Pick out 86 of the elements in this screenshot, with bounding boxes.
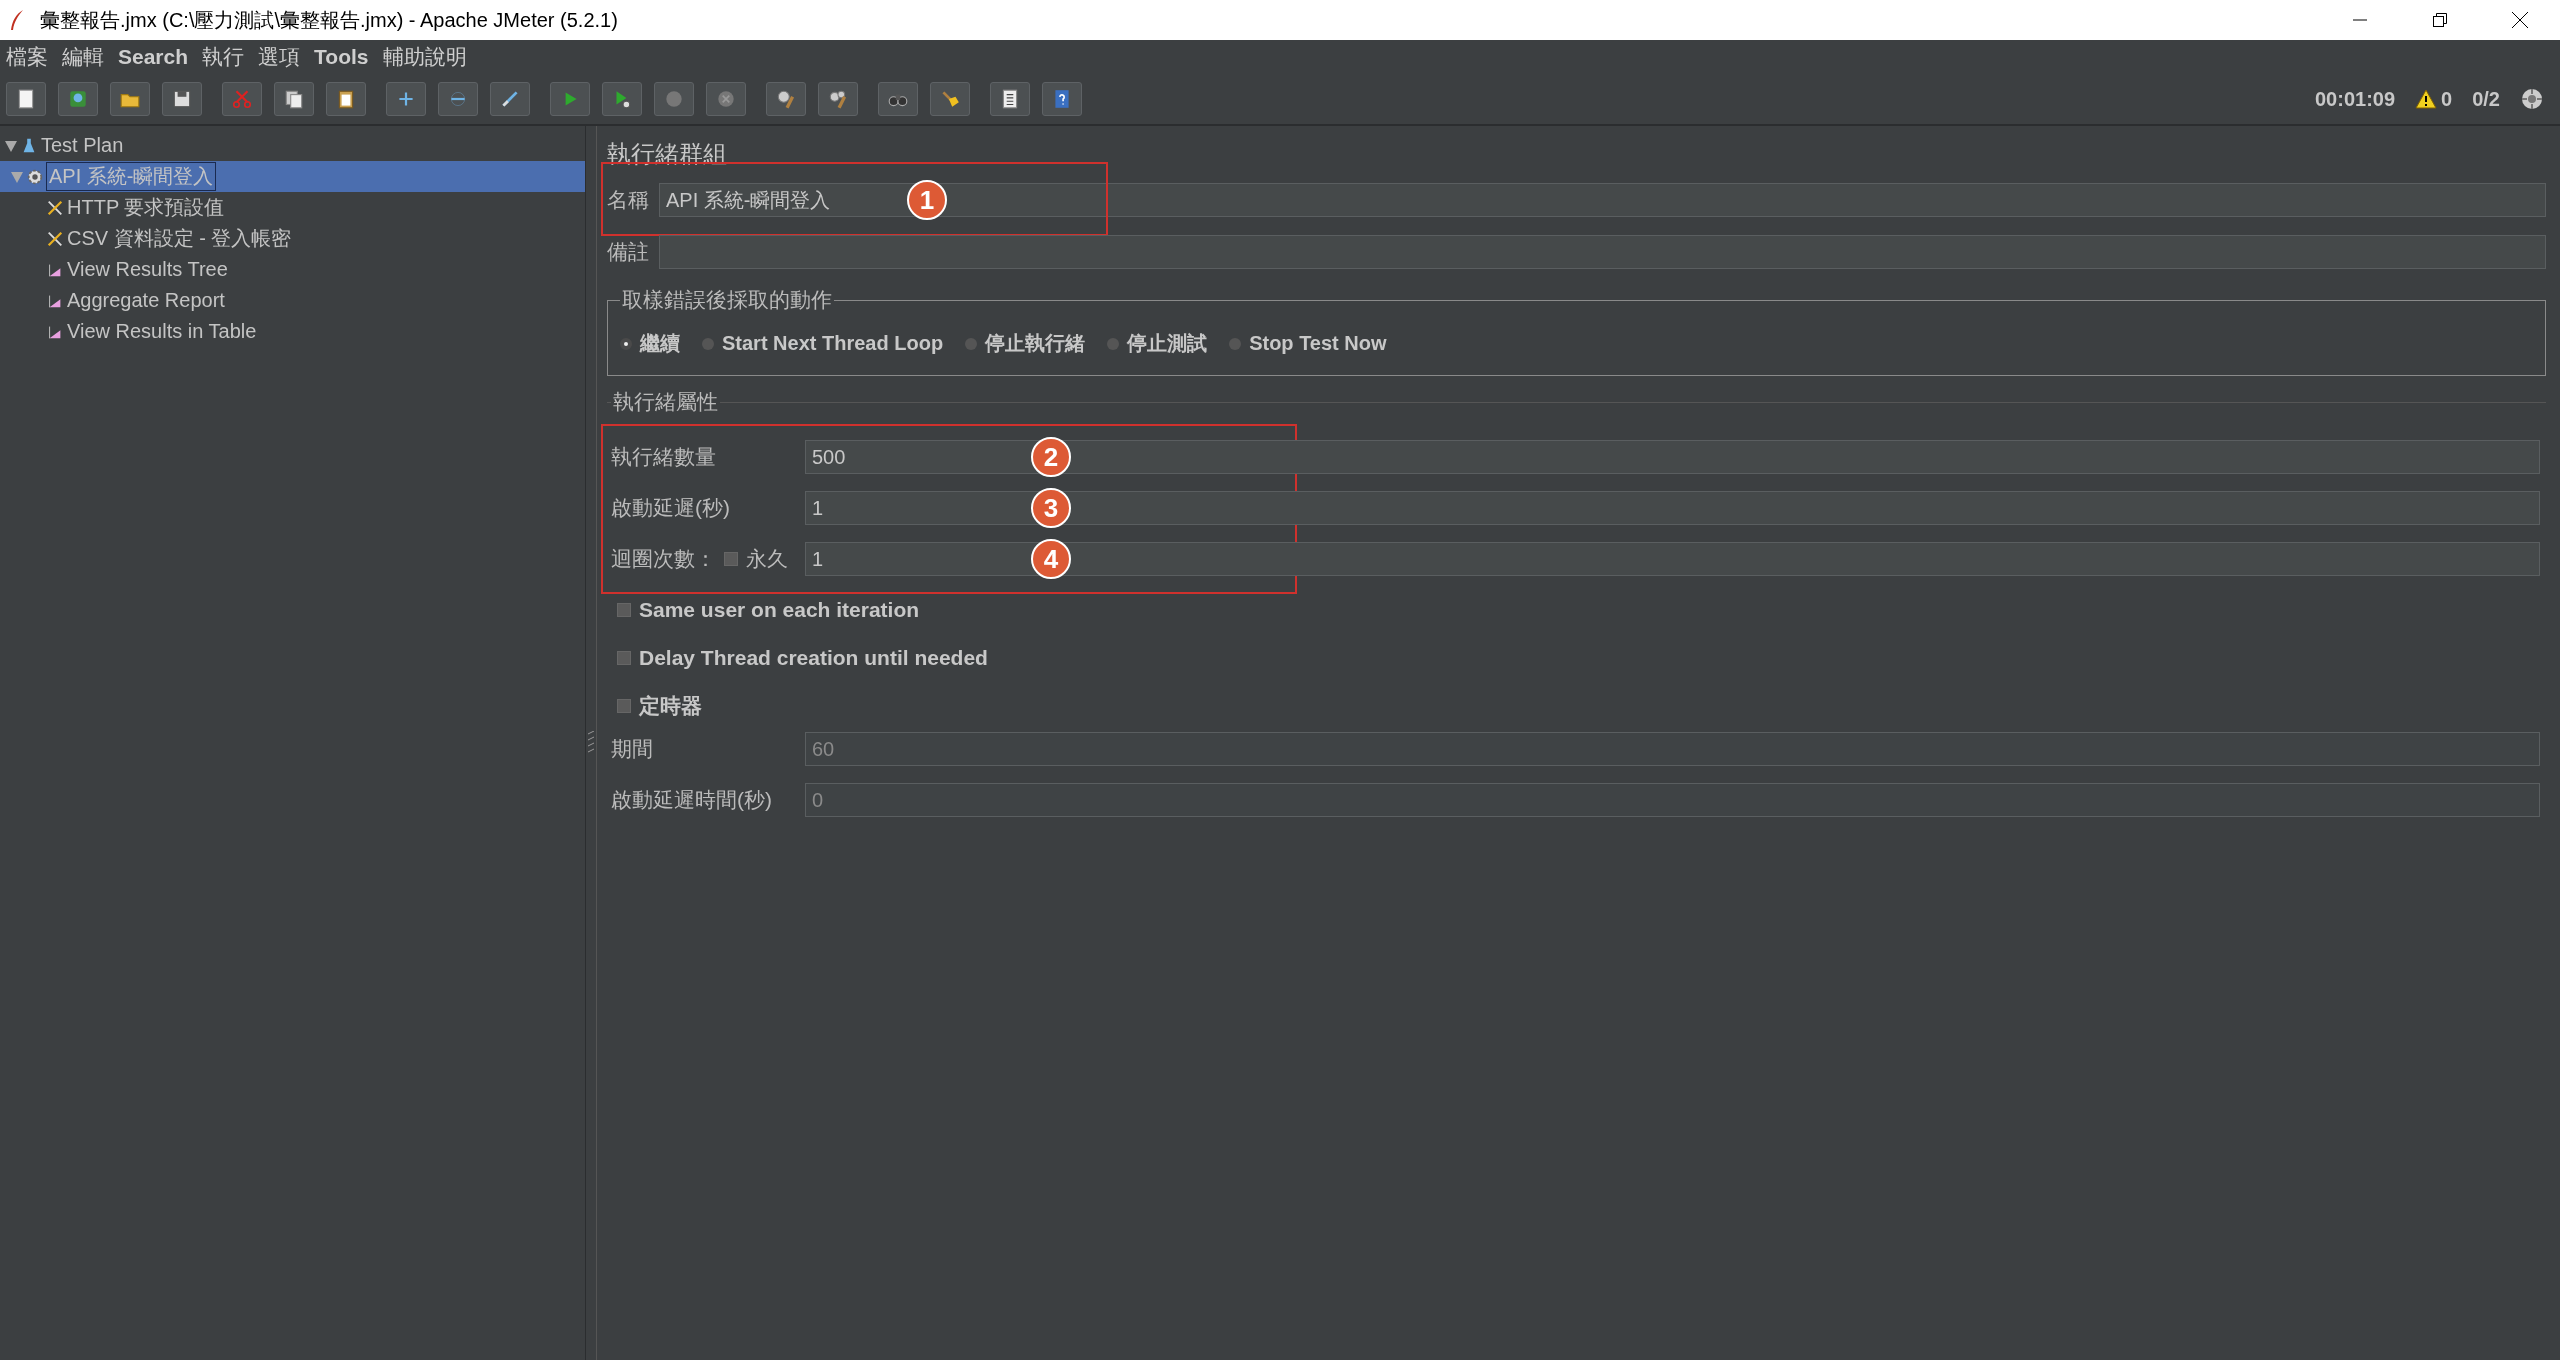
shutdown-icon [715, 88, 737, 110]
wand-button[interactable] [490, 82, 530, 116]
menu-item[interactable]: Search [118, 45, 189, 69]
radio-dot[interactable] [620, 337, 632, 350]
thread-count: 0/2 [2472, 87, 2500, 111]
comments-field[interactable] [659, 235, 2546, 269]
checkbox-label[interactable]: 定時器 [639, 692, 702, 720]
menu-item[interactable]: 執行 [202, 43, 245, 71]
warning-icon[interactable] [2415, 89, 2438, 109]
open-folder-button[interactable] [110, 82, 150, 116]
menu-item[interactable]: 選項 [258, 43, 301, 71]
field-label: 執行緒數量 [611, 444, 717, 470]
minus-button[interactable] [438, 82, 478, 116]
copy-button[interactable] [274, 82, 314, 116]
template-button[interactable] [58, 82, 98, 116]
scissors-button[interactable] [222, 82, 262, 116]
radio-option[interactable]: Start Next Thread Loop [702, 332, 944, 355]
checkbox-label[interactable]: 永久 [746, 545, 788, 573]
tree-item[interactable]: View Results in Table [0, 316, 585, 347]
radio-option[interactable]: 繼續 [620, 330, 680, 357]
number-marker: 3 [1031, 488, 1071, 528]
elapsed-time: 00:01:09 [2315, 87, 2396, 111]
plus-button[interactable] [386, 82, 426, 116]
list-button[interactable] [990, 82, 1030, 116]
menu-item[interactable]: 檔案 [6, 43, 48, 71]
stop-button[interactable] [654, 82, 694, 116]
checkbox-label[interactable]: Delay Thread creation until needed [639, 646, 988, 670]
splitter-grip-icon[interactable] [588, 731, 594, 755]
field-label: 名稱 [607, 187, 649, 213]
feather-icon [8, 9, 26, 31]
checkbox[interactable] [724, 552, 738, 566]
template-icon [67, 88, 89, 110]
tools-icon [46, 198, 64, 217]
help-button[interactable] [1042, 82, 1082, 116]
binoculars-button[interactable] [878, 82, 918, 116]
window-title: 彙整報告.jmx (C:\壓力測試\彙整報告.jmx) - Apache JMeter (5.2.1) [40, 7, 619, 33]
checkbox[interactable] [617, 651, 631, 665]
checkbox[interactable] [617, 699, 631, 713]
restore-icon [2432, 12, 2448, 28]
group-title: 執行緒屬性 [612, 389, 719, 415]
checkbox[interactable] [617, 603, 631, 617]
scissors-icon [231, 88, 253, 110]
save-icon [171, 88, 193, 110]
clipboard-button[interactable] [326, 82, 366, 116]
field-label: 啟動延遲時間(秒) [611, 787, 773, 813]
menu-item[interactable]: 輔助說明 [382, 43, 467, 71]
radio-dot[interactable] [1107, 337, 1120, 350]
close-icon [2511, 11, 2529, 29]
radio-option[interactable]: 停止執行緒 [965, 330, 1086, 357]
field-label: 啟動延遲(秒) [611, 495, 731, 521]
expanded-triangle-icon[interactable] [4, 138, 18, 153]
stop-icon [663, 88, 685, 110]
field-label: 期間 [611, 736, 654, 762]
tree-item[interactable]: View Results Tree [0, 254, 585, 285]
warning-count: 0 [2441, 87, 2453, 111]
radio-option[interactable]: Stop Test Now [1229, 332, 1387, 355]
menu-item[interactable]: 編輯 [62, 43, 104, 71]
tools-icon [46, 229, 64, 248]
expanded-triangle-icon[interactable] [10, 169, 24, 184]
checkbox-label[interactable]: Same user on each iteration [639, 598, 920, 622]
save-button[interactable] [162, 82, 202, 116]
radio-dot[interactable] [965, 337, 978, 350]
tree-item[interactable]: Test Plan [0, 130, 585, 161]
radio-dot[interactable] [1229, 337, 1242, 350]
radio-option[interactable]: 停止測試 [1107, 330, 1208, 357]
radio-dot[interactable] [702, 337, 714, 350]
field-label: 迴圈次數： [611, 546, 716, 572]
tree-item[interactable]: HTTP 要求預設值 [0, 192, 585, 223]
play-no-timer-button[interactable] [602, 82, 642, 116]
minimize-icon [2352, 19, 2368, 21]
number-marker: 1 [907, 180, 947, 220]
menu-item[interactable]: Tools [314, 45, 369, 69]
shutdown-button[interactable] [706, 82, 746, 116]
tree-item[interactable]: Aggregate Report [0, 285, 585, 316]
number-marker: 4 [1031, 539, 1071, 579]
field-label: 備註 [607, 239, 649, 265]
gears-broom-button[interactable] [818, 82, 858, 116]
play-button[interactable] [550, 82, 590, 116]
tree-item[interactable]: CSV 資料設定 - 登入帳密 [0, 223, 585, 254]
number-marker: 2 [1031, 437, 1071, 477]
copy-icon [283, 88, 305, 110]
gear-icon [26, 167, 44, 186]
new-file-button[interactable] [6, 82, 46, 116]
group-title: 取樣錯誤後採取的動作 [621, 287, 833, 313]
gear-broom-button[interactable] [766, 82, 806, 116]
broom-button[interactable] [930, 82, 970, 116]
